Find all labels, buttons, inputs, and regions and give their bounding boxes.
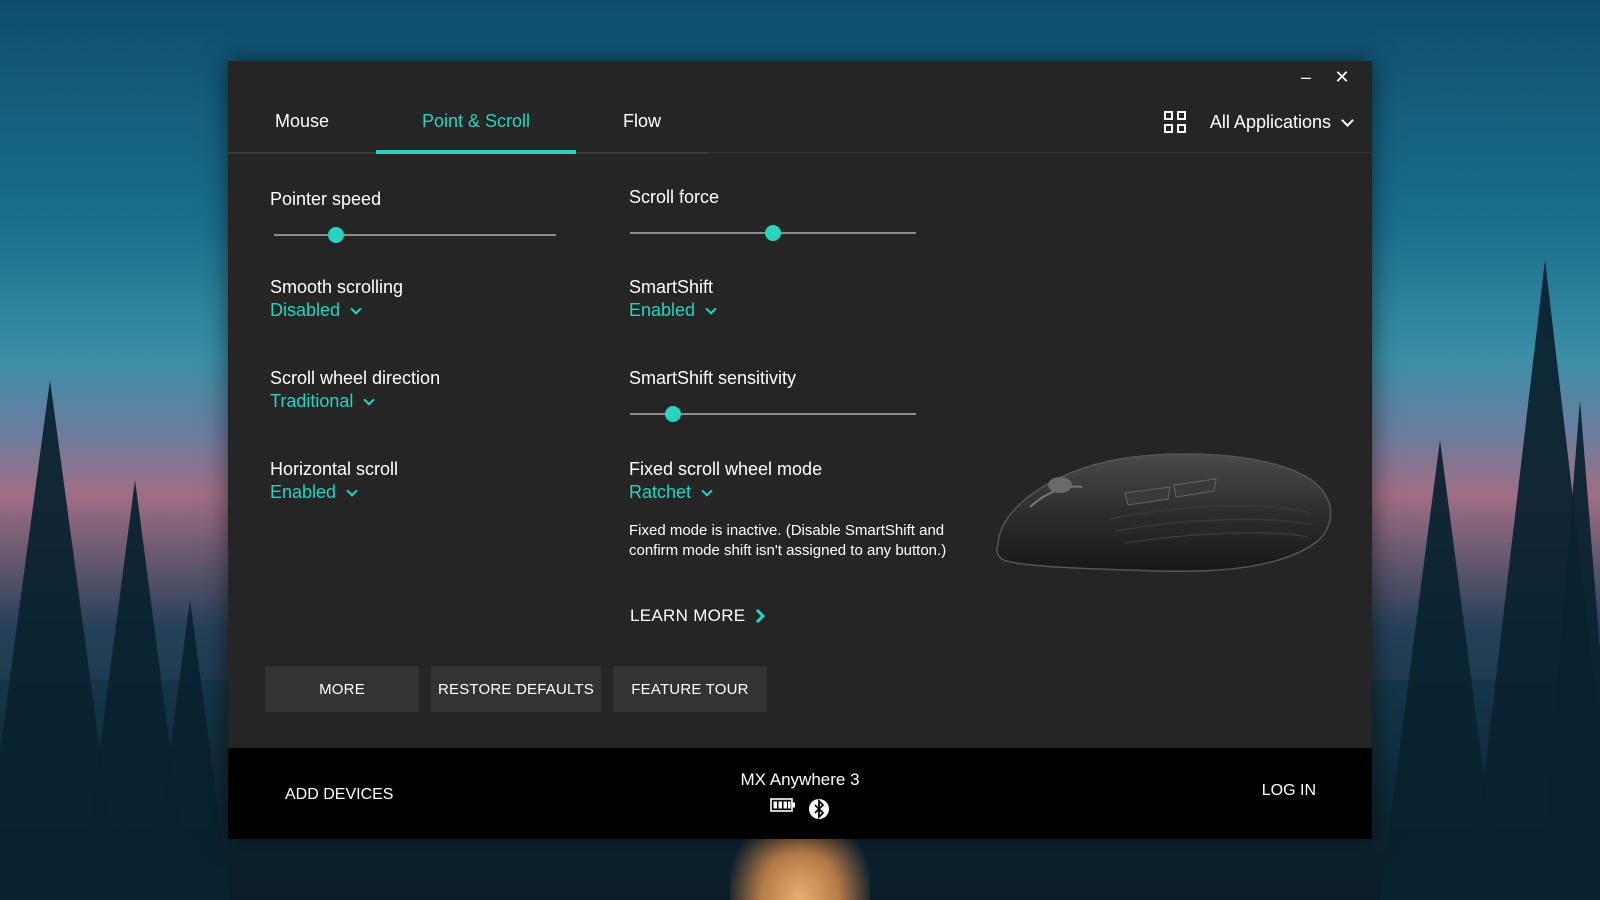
smartshift-dropdown[interactable]: Enabled: [629, 300, 717, 321]
horizontal-scroll-value: Enabled: [270, 482, 337, 502]
chevron-down-icon: [705, 303, 717, 315]
application-selector[interactable]: All Applications: [1163, 111, 1354, 133]
battery-icon: [770, 798, 795, 812]
fixed-scroll-wheel-mode-title: Fixed scroll wheel mode: [629, 459, 823, 479]
tab-point-and-scroll[interactable]: Point & Scroll: [376, 91, 576, 154]
smartshift-title: SmartShift: [629, 277, 714, 297]
feature-tour-button[interactable]: FEATURE TOUR: [613, 666, 767, 712]
close-button[interactable]: ✕: [1334, 67, 1350, 87]
smooth-scrolling-title: Smooth scrolling: [270, 277, 404, 297]
chevron-down-icon: [1341, 113, 1354, 127]
chevron-down-icon: [701, 485, 713, 497]
device-info: MX Anywhere 3: [228, 770, 1372, 820]
learn-more-link[interactable]: LEARN MORE: [630, 606, 766, 626]
tab-list: Mouse Point & Scroll Flow: [228, 91, 708, 154]
fixed-scroll-wheel-mode-dropdown[interactable]: Ratchet: [629, 482, 822, 503]
footer-bar: ADD DEVICES MX Anywhere 3 LOG IN: [228, 748, 1372, 839]
scroll-wheel-direction-dropdown[interactable]: Traditional: [270, 391, 440, 412]
slider-thumb[interactable]: [328, 227, 345, 243]
scroll-wheel-direction-value: Traditional: [270, 391, 354, 411]
scroll-force-title: Scroll force: [629, 187, 720, 207]
slider-thumb[interactable]: [664, 406, 681, 422]
device-name[interactable]: MX Anywhere 3: [228, 770, 1372, 790]
smartshift-value: Enabled: [629, 300, 696, 320]
horizontal-scroll-title: Horizontal scroll: [270, 459, 399, 479]
more-button[interactable]: MORE: [265, 666, 419, 712]
pointer-speed-setting: Pointer speed: [270, 189, 381, 210]
login-button[interactable]: LOG IN: [1262, 782, 1316, 800]
smartshift-sensitivity-slider[interactable]: [630, 406, 916, 422]
horizontal-scroll-setting: Horizontal scroll Enabled: [270, 459, 398, 503]
action-buttons: MORE RESTORE DEFAULTS FEATURE TOUR: [265, 666, 767, 712]
smooth-scrolling-value: Disabled: [270, 300, 341, 320]
tabs-bar: Mouse Point & Scroll Flow All Applicatio…: [228, 91, 1372, 154]
slider-track: [274, 234, 556, 236]
tab-flow[interactable]: Flow: [576, 91, 708, 152]
smartshift-setting: SmartShift Enabled: [629, 277, 717, 321]
slider-thumb[interactable]: [765, 225, 781, 241]
tab-mouse[interactable]: Mouse: [228, 91, 376, 152]
smooth-scrolling-setting: Smooth scrolling Disabled: [270, 277, 403, 321]
minimize-button[interactable]: –: [1298, 67, 1314, 87]
application-selector-label: All Applications: [1209, 111, 1331, 132]
wallpaper-tree: [0, 380, 120, 900]
logi-options-window: – ✕ Mouse Point & Scroll Flow All Applic…: [228, 61, 1372, 839]
chevron-down-icon: [346, 485, 358, 497]
mouse-illustration: [996, 453, 1332, 573]
smartshift-sensitivity-title: SmartShift sensitivity: [629, 368, 797, 388]
smartshift-sensitivity-setting: SmartShift sensitivity: [629, 368, 796, 389]
horizontal-scroll-dropdown[interactable]: Enabled: [270, 482, 398, 503]
fixed-scroll-wheel-mode-setting: Fixed scroll wheel mode Ratchet: [629, 459, 822, 503]
wallpaper-tree: [1380, 440, 1500, 900]
bluetooth-icon: [809, 798, 829, 820]
fixed-scroll-wheel-mode-value: Ratchet: [629, 482, 692, 502]
wallpaper-tree: [150, 600, 230, 900]
pointer-speed-title: Pointer speed: [270, 189, 382, 209]
wallpaper-tree: [1540, 400, 1600, 900]
scroll-force-setting: Scroll force: [629, 187, 719, 208]
pointer-speed-slider[interactable]: [274, 227, 556, 243]
chevron-down-icon: [350, 303, 362, 315]
fixed-mode-note: Fixed mode is inactive. (Disable SmartSh…: [629, 522, 947, 559]
wallpaper-tree: [1470, 260, 1600, 900]
learn-more-label: LEARN MORE: [630, 606, 746, 625]
window-controls: – ✕: [1298, 67, 1350, 87]
chevron-down-icon: [363, 394, 376, 406]
scroll-force-slider[interactable]: [630, 225, 916, 241]
device-status-icons: [228, 798, 1372, 820]
restore-defaults-button[interactable]: RESTORE DEFAULTS: [431, 666, 601, 712]
chevron-right-icon: [751, 608, 766, 624]
scroll-wheel-direction-title: Scroll wheel direction: [270, 368, 441, 388]
scroll-wheel-direction-setting: Scroll wheel direction Traditional: [270, 368, 440, 412]
grid-icon: [1163, 111, 1186, 133]
smooth-scrolling-dropdown[interactable]: Disabled: [270, 300, 403, 321]
wallpaper-tree: [80, 480, 190, 900]
